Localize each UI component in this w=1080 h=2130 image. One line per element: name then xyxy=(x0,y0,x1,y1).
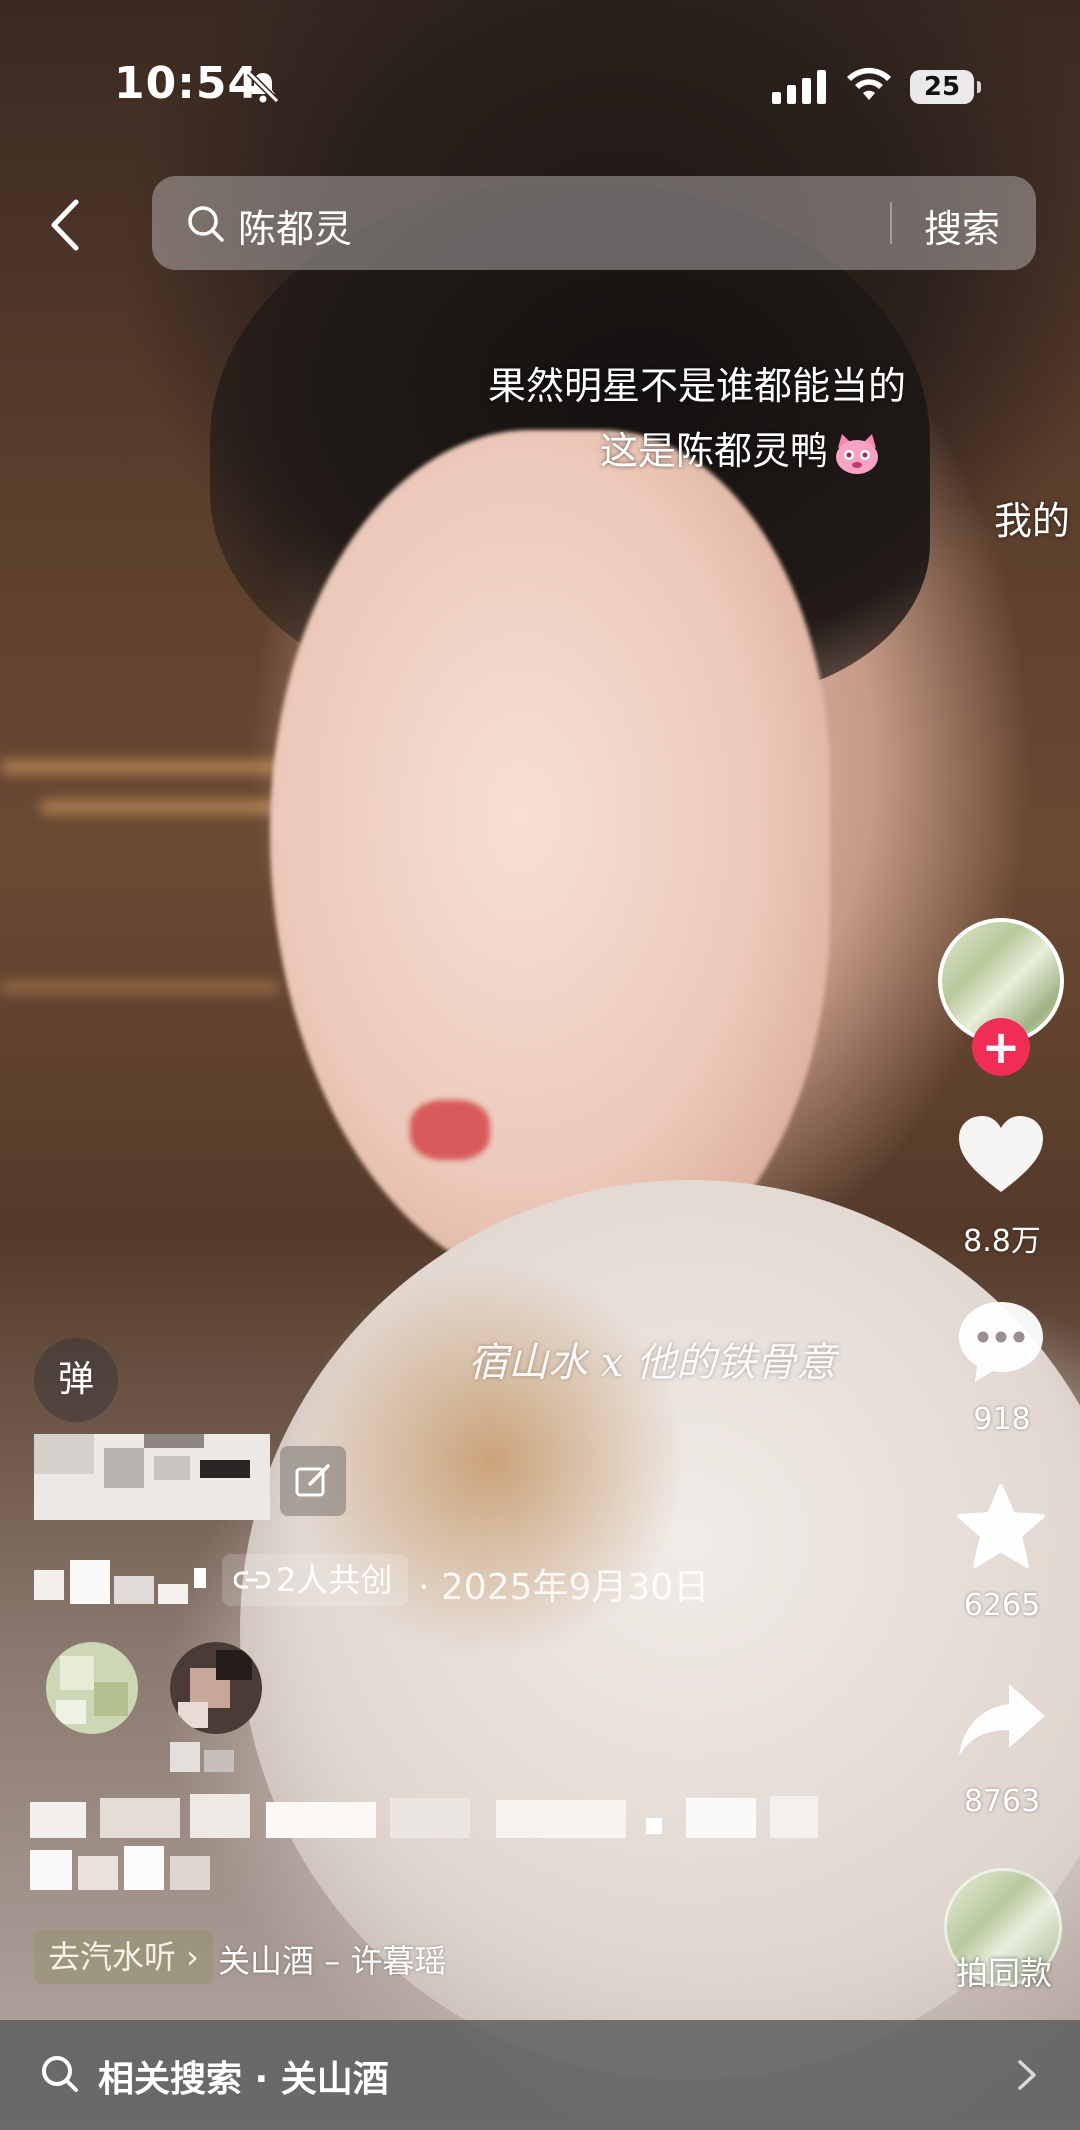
video-player-screen: 10:54 25 陈都灵 搜索 果然明星不是谁都能当的 这是陈都灵鸭 我的 宿山… xyxy=(0,0,1080,2130)
related-search-bar[interactable]: 相关搜索 · 关山酒 xyxy=(0,2020,1080,2130)
pink-cat-emoji-icon xyxy=(836,433,879,474)
share-icon[interactable] xyxy=(955,1676,1047,1768)
author-name-pixelated[interactable] xyxy=(34,1434,270,1520)
danmaku-comment: 我的 xyxy=(994,499,1071,543)
battery-icon: 25 xyxy=(910,70,981,104)
danmaku-toggle-button[interactable]: 弹 xyxy=(34,1338,118,1422)
related-search-label: 相关搜索 · 关山酒 xyxy=(98,2059,389,2100)
cocreate-badge[interactable]: 2人共创 xyxy=(222,1554,409,1606)
music-title[interactable]: 关山酒 – 许暮瑶 xyxy=(218,1936,446,1982)
pencil-square-icon xyxy=(295,1464,330,1497)
video-caption-line1: 果然明星不是谁都能当的 xyxy=(488,364,907,408)
status-time: 10:54 xyxy=(114,58,260,109)
video-watermark: 宿山水 x 他的铁骨意 xyxy=(468,1340,836,1386)
comment-count: 918 xyxy=(973,1402,1031,1437)
video-face-shape xyxy=(270,430,830,1290)
search-divider xyxy=(890,202,892,244)
edit-icon[interactable] xyxy=(280,1446,346,1516)
search-icon xyxy=(188,206,224,242)
bell-slash-icon xyxy=(246,70,280,104)
like-count: 8.8万 xyxy=(963,1224,1041,1259)
signal-icon xyxy=(772,70,826,104)
caption-line2-text: 这是陈都灵鸭 xyxy=(600,429,829,473)
follow-button[interactable]: + xyxy=(972,1018,1030,1076)
video-lips-shape xyxy=(410,1100,490,1160)
light-streak xyxy=(40,800,280,814)
back-button[interactable] xyxy=(40,190,90,260)
post-date: · 2025年9月30日 xyxy=(418,1567,710,1608)
favorite-count: 6265 xyxy=(963,1588,1041,1623)
search-bar[interactable]: 陈都灵 搜索 xyxy=(152,176,1036,270)
cocreate-label: 2人共创 xyxy=(276,1561,393,1599)
video-caption-line2: 这是陈都灵鸭 xyxy=(600,420,882,476)
wifi-icon xyxy=(847,67,891,100)
cocreator-name-pixelated xyxy=(170,1742,240,1772)
chevron-right-icon xyxy=(1018,2060,1036,2090)
cocreator-avatar[interactable] xyxy=(170,1642,262,1734)
video-description-pixelated-line2[interactable] xyxy=(30,1846,220,1890)
heart-icon[interactable] xyxy=(955,1110,1047,1202)
creator-name-pixelated[interactable] xyxy=(34,1560,210,1604)
open-in-qishui-button[interactable]: 去汽水听 › xyxy=(34,1930,213,1984)
share-count: 8763 xyxy=(963,1784,1041,1819)
search-button[interactable]: 搜索 xyxy=(924,198,1000,253)
video-description-pixelated[interactable] xyxy=(30,1794,820,1842)
comment-icon[interactable] xyxy=(955,1296,1047,1388)
search-input[interactable]: 陈都灵 xyxy=(238,198,352,253)
cocreator-avatar[interactable] xyxy=(46,1642,138,1734)
link-icon xyxy=(234,1571,270,1589)
search-icon xyxy=(42,2056,78,2092)
star-icon[interactable] xyxy=(955,1482,1047,1574)
light-streak xyxy=(0,980,280,994)
chevron-left-icon xyxy=(51,199,79,251)
same-style-button[interactable]: 拍同款 xyxy=(936,1948,1072,1994)
